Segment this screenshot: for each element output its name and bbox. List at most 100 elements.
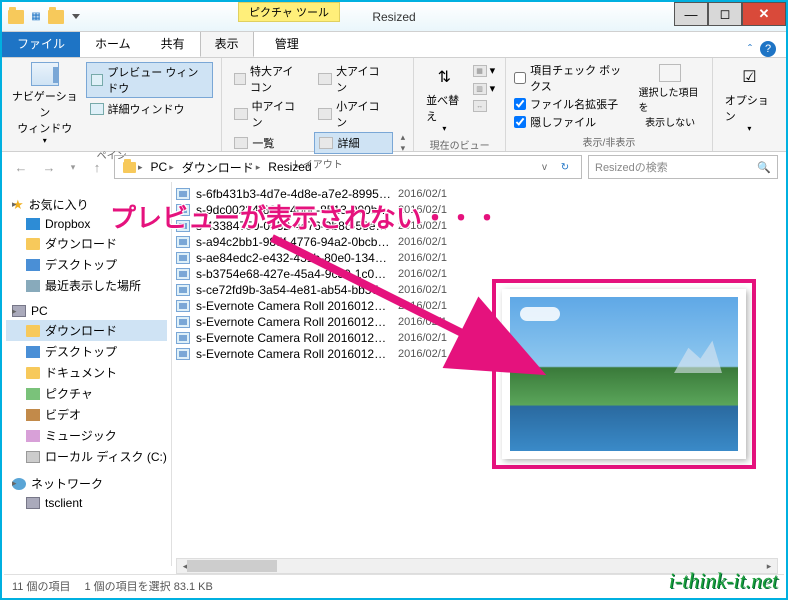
folder-icon [26, 238, 40, 250]
layout-large[interactable]: 大アイコン [314, 62, 392, 96]
ribbon-group-options: ☑ オプション▾ [713, 58, 786, 151]
breadcrumb-downloads[interactable]: ダウンロード ▸ [178, 159, 265, 176]
refresh-button[interactable]: ↻ [553, 162, 577, 173]
options-button[interactable]: ☑ オプション▾ [721, 62, 778, 135]
details-pane-icon [90, 103, 104, 115]
file-date: 2016/02/1 [398, 348, 447, 360]
sort-button[interactable]: ⇅ 並べ替え▾ [422, 62, 466, 135]
file-row[interactable]: s-9dc00234-80fe-40bc-8513-000b41...2016/… [172, 202, 462, 218]
file-area: s-6fb431b3-4d7e-4d8e-a7e2-8995d6...2016/… [172, 182, 786, 566]
qat-props-icon[interactable]: ▦ [28, 9, 44, 25]
sidebar-pc[interactable]: ▸PC [6, 302, 167, 320]
sidebar-network[interactable]: ▸ネットワーク [6, 473, 167, 494]
breadcrumb-pc[interactable]: PC ▸ [147, 160, 178, 174]
hide-selected-button[interactable]: 選択した項目を 表示しない [636, 62, 703, 131]
file-row[interactable]: s-Evernote Camera Roll 20160129 0...2016… [172, 298, 462, 314]
sizecolumns-button[interactable]: ↔ [471, 98, 498, 114]
groupby-button[interactable]: ▦▾ [471, 62, 498, 79]
image-file-icon [176, 236, 190, 248]
history-dropdown[interactable]: ▾ [66, 156, 80, 178]
landscape-photo-icon [510, 297, 738, 451]
addr-dropdown-icon[interactable]: v [542, 162, 547, 173]
scroll-thumb[interactable] [187, 560, 277, 572]
file-row[interactable]: s-ce72fd9b-3a54-4e81-ab54-bb378e...2016/… [172, 282, 462, 298]
file-date: 2016/02/1 [398, 220, 447, 232]
search-input[interactable]: Resizedの検索 🔍 [588, 155, 778, 179]
music-icon [26, 430, 40, 442]
forward-button[interactable]: → [38, 156, 60, 178]
sidebar-pc-downloads[interactable]: ダウンロード [6, 320, 167, 341]
file-date: 2016/02/1 [398, 252, 447, 264]
sidebar-pc-desktop[interactable]: デスクトップ [6, 341, 167, 362]
large-icon [318, 73, 332, 85]
tab-home[interactable]: ホーム [80, 30, 146, 57]
preview-pane-button[interactable]: プレビュー ウィンドウ [86, 62, 214, 98]
system-menu-icon[interactable] [8, 9, 24, 25]
breadcrumb-folder[interactable]: Resized [264, 160, 315, 174]
ribbon-group-panes: ナビゲーション ウィンドウ ▾ プレビュー ウィンドウ 詳細ウィンドウ ペイン [2, 58, 222, 151]
back-button[interactable]: ← [10, 156, 32, 178]
image-file-icon [176, 204, 190, 216]
desktop-icon [26, 259, 40, 271]
address-bar[interactable]: ▸ PC ▸ ダウンロード ▸ Resized v ↻ [114, 155, 582, 179]
layout-details[interactable]: 詳細 [314, 132, 392, 154]
minimize-button[interactable]: — [674, 2, 708, 26]
file-name: s-Evernote Camera Roll 20160129 0... [196, 315, 392, 329]
file-list[interactable]: s-6fb431b3-4d7e-4d8e-a7e2-8995d6...2016/… [172, 182, 462, 566]
checkbox-itemcheck[interactable]: 項目チェック ボックス [514, 62, 630, 94]
file-row[interactable]: s-Evernote Camera Roll 20160129 0... 2016… [172, 314, 462, 330]
sidebar-videos[interactable]: ビデオ [6, 404, 167, 425]
file-row[interactable]: s-ae84edc2-e432-431b-80e0-134ed8...2016/… [172, 250, 462, 266]
file-date: 2016/02/1 [398, 332, 447, 344]
layout-small[interactable]: 小アイコン [314, 97, 392, 131]
sidebar-favorites[interactable]: ▸★お気に入り [6, 194, 167, 215]
sidebar-dropbox[interactable]: Dropbox [6, 215, 167, 233]
sidebar-recent[interactable]: 最近表示した場所 [6, 275, 167, 296]
qat-dropdown-icon[interactable] [68, 9, 84, 25]
sidebar-tsclient[interactable]: tsclient [6, 494, 167, 512]
checkbox-extensions[interactable]: ファイル名拡張子 [514, 96, 630, 112]
file-date: 2016/02/1 [398, 316, 447, 328]
help-icon[interactable]: ? [760, 41, 776, 57]
sort-icon: ⇅ [431, 64, 457, 90]
nav-pane-button[interactable]: ナビゲーション ウィンドウ ▾ [10, 62, 80, 145]
status-item-count: 11 個の項目 [12, 578, 70, 594]
file-row[interactable]: s-Evernote Camera Roll 20160129 0...2016… [172, 330, 462, 346]
file-row[interactable]: s-Evernote Camera Roll 20160129 0...2016… [172, 346, 462, 362]
file-row[interactable]: s-43384750-0652-4e76-9b86-58e644...2016/… [172, 218, 462, 234]
tab-view[interactable]: 表示 [200, 30, 254, 57]
tab-share[interactable]: 共有 [146, 30, 200, 57]
addcolumns-button[interactable]: ▥▾ [471, 80, 498, 97]
image-file-icon [176, 284, 190, 296]
qat-newfolder-icon[interactable] [48, 9, 64, 25]
addr-folder-icon [123, 162, 136, 173]
tab-manage[interactable]: 管理 [260, 30, 314, 57]
file-name: s-9dc00234-80fe-40bc-8513-000b41... [196, 203, 392, 217]
window-title: Resized [372, 10, 415, 24]
sidebar-music[interactable]: ミュージック [6, 425, 167, 446]
up-button[interactable]: ↑ [86, 156, 108, 178]
details-pane-button[interactable]: 詳細ウィンドウ [86, 100, 214, 118]
sidebar-documents[interactable]: ドキュメント [6, 362, 167, 383]
maximize-button[interactable]: ◻ [708, 2, 742, 26]
file-row[interactable]: s-b3754e68-427e-45a4-9c50-1c0837...2016/… [172, 266, 462, 282]
file-row[interactable]: s-6fb431b3-4d7e-4d8e-a7e2-8995d6...2016/… [172, 186, 462, 202]
sidebar-pictures[interactable]: ピクチャ [6, 383, 167, 404]
sidebar-desktop[interactable]: デスクトップ [6, 254, 167, 275]
close-button[interactable]: ✕ [742, 2, 786, 26]
pictures-icon [26, 388, 40, 400]
sidebar-downloads[interactable]: ダウンロード [6, 233, 167, 254]
image-file-icon [176, 332, 190, 344]
sidebar-localdisk[interactable]: ローカル ディスク (C:) [6, 446, 167, 467]
checkbox-hidden[interactable]: 隠しファイル [514, 114, 630, 130]
groupby-icon: ▦ [473, 65, 487, 77]
layout-extralarge[interactable]: 特大アイコン [230, 62, 306, 96]
file-row[interactable]: s-a94c2bb1-985f-4776-94a2-0bcb48...2016/… [172, 234, 462, 250]
ribbon-collapse-icon[interactable]: ˆ [748, 42, 752, 56]
layout-list[interactable]: 一覧 [230, 132, 306, 154]
options-icon: ☑ [736, 64, 762, 90]
nav-pane-icon [31, 62, 59, 86]
layout-medium[interactable]: 中アイコン [230, 97, 306, 131]
search-icon: 🔍 [757, 161, 771, 174]
tab-file[interactable]: ファイル [2, 30, 80, 57]
